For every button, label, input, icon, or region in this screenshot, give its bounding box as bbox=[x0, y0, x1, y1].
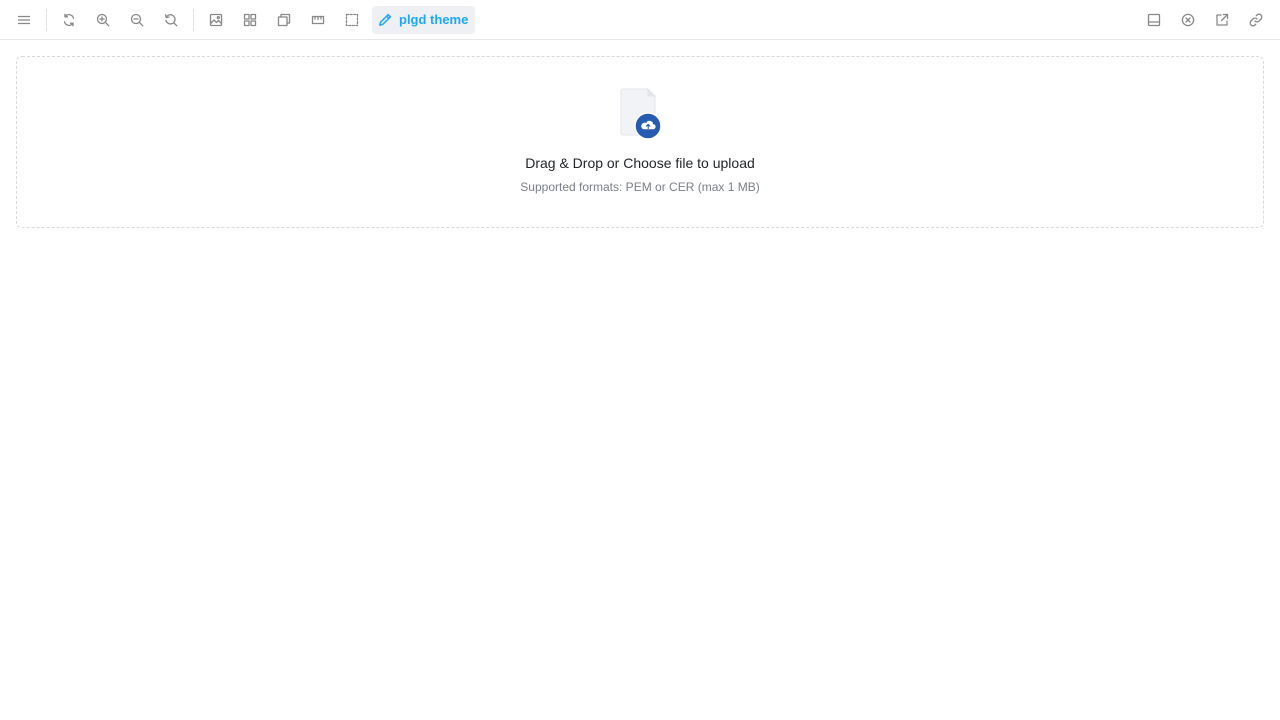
copy-link-icon bbox=[1249, 13, 1263, 27]
background-icon bbox=[209, 13, 223, 27]
menu-icon bbox=[17, 15, 31, 25]
theme-label: plgd theme bbox=[399, 12, 469, 27]
close-button[interactable] bbox=[1174, 6, 1202, 34]
zoom-in-button[interactable] bbox=[89, 6, 117, 34]
document-cloud-upload-icon bbox=[620, 88, 662, 140]
theme-selector-button[interactable]: plgd theme bbox=[372, 6, 475, 34]
reload-button[interactable] bbox=[55, 6, 83, 34]
upload-title: Drag & Drop or Choose file to upload bbox=[525, 155, 755, 171]
grid-button[interactable] bbox=[236, 6, 264, 34]
reload-icon bbox=[63, 13, 75, 27]
paintbrush-icon bbox=[379, 13, 392, 26]
viewport-icon bbox=[345, 13, 359, 27]
grid-icon bbox=[243, 13, 257, 27]
background-button[interactable] bbox=[202, 6, 230, 34]
open-new-tab-button[interactable] bbox=[1208, 6, 1236, 34]
copy-link-button[interactable] bbox=[1242, 6, 1270, 34]
viewport-button[interactable] bbox=[338, 6, 366, 34]
toolbar-divider bbox=[193, 9, 194, 31]
measure-button[interactable] bbox=[304, 6, 332, 34]
outline-icon bbox=[277, 13, 291, 27]
zoom-in-icon bbox=[96, 13, 110, 27]
zoom-out-button[interactable] bbox=[123, 6, 151, 34]
open-new-tab-icon bbox=[1216, 13, 1229, 26]
addons-panel-icon bbox=[1147, 13, 1161, 27]
measure-icon bbox=[311, 15, 325, 25]
outline-button[interactable] bbox=[270, 6, 298, 34]
toolbar-divider bbox=[46, 9, 47, 31]
preview-toolbar: plgd theme bbox=[0, 0, 1280, 40]
zoom-out-icon bbox=[130, 13, 144, 27]
file-upload-dropzone[interactable]: Drag & Drop or Choose file to upload Sup… bbox=[16, 56, 1264, 228]
reset-zoom-icon bbox=[164, 14, 178, 27]
reset-zoom-button[interactable] bbox=[157, 6, 185, 34]
file-upload-icon bbox=[620, 88, 664, 141]
toggle-addons-panel-button[interactable] bbox=[1140, 6, 1168, 34]
menu-button[interactable] bbox=[10, 6, 38, 34]
upload-supported-formats: Supported formats: PEM or CER (max 1 MB) bbox=[520, 180, 760, 194]
close-icon bbox=[1181, 13, 1195, 27]
